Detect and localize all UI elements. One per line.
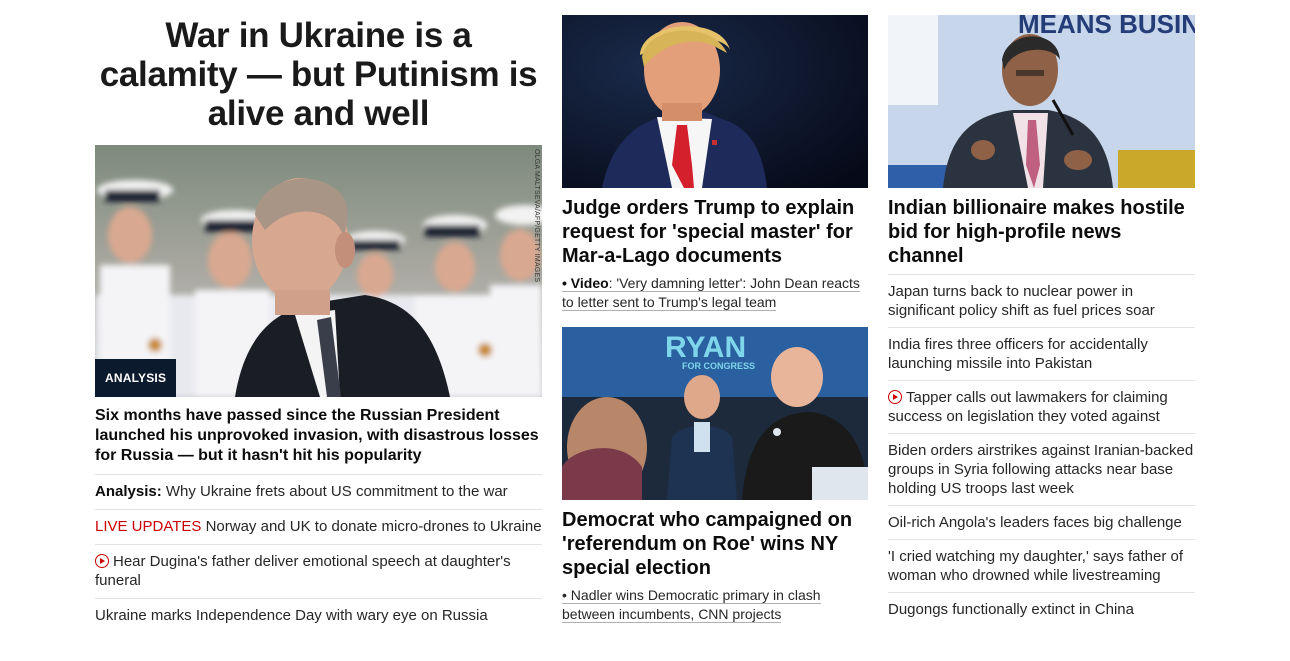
adani-photo[interactable]: MEANS BUSINESS bbox=[888, 15, 1195, 188]
list-item-text: Oil-rich Angola's leaders faces big chal… bbox=[888, 514, 1182, 531]
lead-related-list: Analysis: Why Ukraine frets about US com… bbox=[95, 474, 542, 633]
list-item[interactable]: Oil-rich Angola's leaders faces big chal… bbox=[888, 505, 1195, 539]
list-item-text: Japan turns back to nuclear power in sig… bbox=[888, 283, 1155, 319]
list-item-text: Dugongs functionally extinct in China bbox=[888, 601, 1134, 618]
list-item[interactable]: LIVE UPDATES Norway and UK to donate mic… bbox=[95, 509, 542, 544]
list-item-text: 'I cried watching my daughter,' says fat… bbox=[888, 548, 1184, 584]
backdrop-text: MEANS BUSINESS bbox=[1018, 15, 1195, 39]
ryan-sign-subtext: FOR CONGRESS bbox=[682, 361, 755, 371]
putin-photo[interactable]: OLGA MALTSEVA/AFP/GETTY IMAGES ANALYSIS bbox=[95, 145, 542, 397]
list-item[interactable]: Hear Dugina's father deliver emotional s… bbox=[95, 544, 542, 598]
middle-column: Judge orders Trump to explain request fo… bbox=[562, 15, 868, 624]
list-item-text: Hear Dugina's father deliver emotional s… bbox=[95, 553, 511, 589]
list-item[interactable]: 'I cried watching my daughter,' says fat… bbox=[888, 539, 1195, 592]
lead-story-headline[interactable]: Six months have passed since the Russian… bbox=[95, 406, 542, 466]
analysis-badge: ANALYSIS bbox=[95, 359, 177, 397]
trump-video-link[interactable]: • Video: 'Very damning letter': John Dea… bbox=[562, 274, 868, 312]
list-item-text: Biden orders airstrikes against Iranian-… bbox=[888, 442, 1194, 497]
list-item-text: Ukraine marks Independence Day with wary… bbox=[95, 607, 488, 624]
list-item[interactable]: Tapper calls out lawmakers for claiming … bbox=[888, 380, 1195, 433]
adani-image: MEANS BUSINESS bbox=[888, 15, 1195, 188]
trump-headline[interactable]: Judge orders Trump to explain request fo… bbox=[562, 196, 868, 268]
play-icon bbox=[95, 554, 109, 568]
trump-photo[interactable] bbox=[562, 15, 868, 188]
list-item[interactable]: Japan turns back to nuclear power in sig… bbox=[888, 274, 1195, 327]
trump-image bbox=[562, 15, 868, 188]
sub-text: • Nadler wins Democratic primary in clas… bbox=[562, 587, 821, 623]
lead-story-column: War in Ukraine is a calamity — but Putin… bbox=[95, 15, 542, 633]
list-item[interactable]: Analysis: Why Ukraine frets about US com… bbox=[95, 474, 542, 509]
list-item-text: India fires three officers for accidenta… bbox=[888, 336, 1148, 372]
photo-credit: OLGA MALTSEVA/AFP/GETTY IMAGES bbox=[533, 149, 540, 283]
lead-story-title-link[interactable]: War in Ukraine is a calamity — but Putin… bbox=[100, 16, 538, 133]
democrat-headline[interactable]: Democrat who campaigned on 'referendum o… bbox=[562, 508, 868, 580]
list-item-text: Tapper calls out lawmakers for claiming … bbox=[888, 389, 1168, 425]
list-item-text: Why Ukraine frets about US commitment to… bbox=[161, 483, 508, 500]
list-item[interactable]: India fires three officers for accidenta… bbox=[888, 327, 1195, 380]
ryan-image: RYAN FOR CONGRESS bbox=[562, 327, 868, 500]
lead-story-title[interactable]: War in Ukraine is a calamity — but Putin… bbox=[95, 16, 542, 133]
ryan-photo[interactable]: RYAN FOR CONGRESS bbox=[562, 327, 868, 500]
list-item-text: Norway and UK to donate micro-drones to … bbox=[201, 518, 542, 535]
live-updates-label: LIVE UPDATES bbox=[95, 518, 202, 535]
adani-headline[interactable]: Indian billionaire makes hostile bid for… bbox=[888, 196, 1195, 268]
play-icon bbox=[888, 390, 902, 404]
list-item[interactable]: Dugongs functionally extinct in China bbox=[888, 592, 1195, 626]
list-item[interactable]: Ukraine marks Independence Day with wary… bbox=[95, 598, 542, 633]
nadler-link[interactable]: • Nadler wins Democratic primary in clas… bbox=[562, 586, 868, 624]
ryan-sign-text: RYAN bbox=[665, 331, 746, 364]
right-column: MEANS BUSINESS Indian billionaire makes … bbox=[888, 15, 1195, 626]
right-headline-list: Japan turns back to nuclear power in sig… bbox=[888, 274, 1195, 626]
analysis-label: Analysis: bbox=[95, 483, 162, 500]
video-label: • Video bbox=[562, 275, 609, 291]
list-item[interactable]: Biden orders airstrikes against Iranian-… bbox=[888, 433, 1195, 505]
